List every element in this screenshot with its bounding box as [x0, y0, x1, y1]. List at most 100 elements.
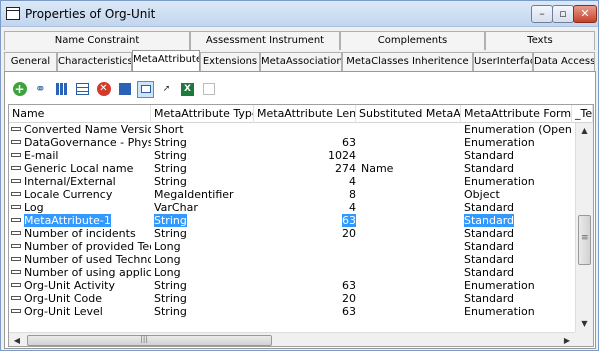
cell-name-text: E-mail: [24, 149, 59, 162]
cell-format-text: Enumeration: [464, 175, 535, 188]
cell-type: String: [154, 175, 254, 188]
column-header-length[interactable]: MetaAttribute Length: [254, 105, 356, 123]
table-row[interactable]: DataGovernance - PhysicaString 63 Enumerat…: [9, 136, 575, 149]
cell-type-text: MegaIdentifier: [154, 188, 234, 201]
cell-name: Number of used Technolo: [9, 253, 151, 266]
properties-window: Properties of Org-Unit – ▫ ✕ Name Constr…: [0, 0, 599, 351]
table-row[interactable]: Locale Currency MegaIdentifier 8 Object: [9, 188, 575, 201]
table-header: Name MetaAttribute Type MetaAttribute Le…: [9, 105, 593, 123]
column-header-format[interactable]: MetaAttribute Format: [461, 105, 572, 123]
tab-row-2: General Characteristics MetaAttribute Ex…: [4, 50, 595, 71]
metaattribute-icon: [11, 244, 21, 248]
maximize-button[interactable]: ▫: [552, 5, 574, 23]
cell-length: 274: [254, 162, 356, 175]
vertical-scrollbar[interactable]: ▲ ▼: [575, 123, 593, 332]
close-button[interactable]: ✕: [573, 5, 597, 23]
cell-substituted: [361, 201, 461, 214]
list-icon[interactable]: [74, 81, 91, 98]
properties-icon[interactable]: [53, 81, 70, 98]
tab-extensions[interactable]: Extensions: [200, 52, 260, 71]
excel-icon[interactable]: X: [179, 81, 196, 98]
tab-metaclasses-inheritence[interactable]: MetaClasses Inheritence: [342, 52, 473, 71]
tab-assessment-instrument[interactable]: Assessment Instrument: [190, 31, 340, 50]
cell-length: 8: [254, 188, 356, 201]
tab-name-constraint[interactable]: Name Constraint: [4, 31, 190, 50]
table-row[interactable]: Number of incidents String 20 Standard: [9, 227, 575, 240]
table-row[interactable]: Generic Local name String 274 Name Standard: [9, 162, 575, 175]
column-header-text[interactable]: _Text: [572, 105, 593, 123]
title-bar[interactable]: Properties of Org-Unit – ▫ ✕: [1, 1, 598, 27]
cell-length-text: 63: [342, 279, 356, 292]
cell-name-text: Number of incidents: [24, 227, 136, 240]
cell-format-text: Enumeration: [464, 305, 535, 318]
tab-metaattribute[interactable]: MetaAttribute: [132, 50, 200, 71]
scroll-left-icon[interactable]: ◀: [9, 333, 25, 346]
cell-name: MetaAttribute-1: [9, 214, 151, 227]
cell-name: Number of incidents: [9, 227, 151, 240]
table-row[interactable]: Number of used Technolo Long Standard: [9, 253, 575, 266]
table-row[interactable]: E-mail String 1024 Standard: [9, 149, 575, 162]
table-row[interactable]: Org-Unit Activity String 63 Enumeration: [9, 279, 575, 292]
tab-metaassociation[interactable]: MetaAssociation: [260, 52, 342, 71]
cell-length-text: 4: [349, 201, 356, 214]
cell-length: 20: [254, 227, 356, 240]
select-icon[interactable]: [137, 80, 154, 98]
tab-texts[interactable]: Texts: [485, 31, 595, 50]
delete-icon[interactable]: ✕: [95, 81, 112, 98]
cell-length-text: 20: [342, 292, 356, 305]
table-row[interactable]: Number of provided Tech Long Standard: [9, 240, 575, 253]
cell-format-text: Standard: [464, 214, 515, 227]
column-header-type[interactable]: MetaAttribute Type: [151, 105, 254, 123]
table-row[interactable]: Converted Name Version Short Enumeration (…: [9, 123, 575, 136]
scroll-up-icon[interactable]: ▲: [576, 123, 593, 139]
table-row[interactable]: Log VarChar 4 Standard: [9, 201, 575, 214]
cell-type-text: String: [154, 214, 187, 227]
cell-format: Standard: [464, 253, 572, 266]
cell-name: Org-Unit Level: [9, 305, 151, 318]
add-icon[interactable]: +: [11, 81, 28, 98]
cell-length: 4: [254, 201, 356, 214]
minimize-button[interactable]: –: [531, 5, 553, 23]
cell-substituted-text: Name: [361, 162, 394, 175]
scroll-down-icon[interactable]: ▼: [576, 316, 593, 332]
cell-name: E-mail: [9, 149, 151, 162]
cell-format-text: Standard: [464, 266, 515, 279]
link-icon[interactable]: ⚭: [32, 81, 49, 98]
tab-row-1: Name Constraint Assessment Instrument Co…: [4, 31, 595, 50]
tab-data-access[interactable]: Data Access: [533, 52, 595, 71]
scroll-right-icon[interactable]: ▶: [559, 333, 575, 346]
metaattribute-icon: [11, 140, 21, 144]
cell-type: String: [154, 279, 254, 292]
cell-substituted: [361, 253, 461, 266]
cell-name: Org-Unit Activity: [9, 279, 151, 292]
table-row[interactable]: Number of using applicatiLong Standard: [9, 266, 575, 279]
cell-type: String: [154, 162, 254, 175]
cell-substituted: [361, 149, 461, 162]
table-row[interactable]: Internal/External String 4 Enumeration: [9, 175, 575, 188]
sort-icon[interactable]: [116, 81, 133, 98]
table-row[interactable]: Org-Unit Level String 63 Enumeration: [9, 305, 575, 318]
cell-substituted: [361, 123, 461, 136]
tab-characteristics[interactable]: Characteristics: [57, 52, 132, 71]
vertical-scroll-thumb[interactable]: [578, 215, 591, 265]
cell-length: 63: [254, 214, 356, 227]
pin-icon[interactable]: ➚: [158, 81, 175, 98]
cell-format-text: Enumeration: [464, 279, 535, 292]
tab-userinterface[interactable]: UserInterface: [473, 52, 533, 71]
table-row[interactable]: Org-Unit Code String 20 Standard: [9, 292, 575, 305]
column-header-substituted[interactable]: Substituted MetaAttri...: [356, 105, 461, 123]
horizontal-scrollbar[interactable]: ◀ ▶: [9, 332, 575, 346]
column-header-name[interactable]: Name: [9, 105, 151, 123]
cell-format-text: Standard: [464, 162, 515, 175]
cell-type-text: String: [154, 305, 187, 318]
cell-format-text: Standard: [464, 201, 515, 214]
tab-general[interactable]: General: [4, 52, 57, 71]
horizontal-scroll-thumb[interactable]: [27, 334, 272, 346]
cell-length-text: 4: [349, 175, 356, 188]
tab-complements[interactable]: Complements: [340, 31, 485, 50]
table-row[interactable]: MetaAttribute-1 String 63 Standard: [9, 214, 575, 227]
cell-length: 1024: [254, 149, 356, 162]
cell-format: Enumeration: [464, 175, 572, 188]
metaattribute-panel: + ⚭ ✕ ➚ X Name MetaAttribute Type MetaAt…: [4, 71, 596, 349]
cell-format: Standard: [464, 240, 572, 253]
